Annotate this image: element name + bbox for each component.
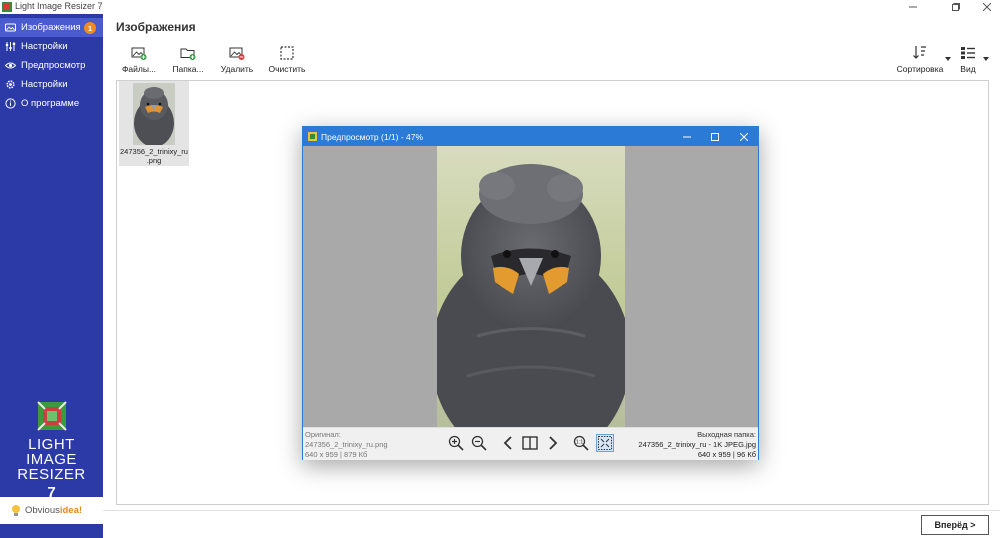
brand-name: Obvious	[25, 505, 60, 516]
brand-name-accent: idea!	[59, 505, 83, 516]
sidebar-item-label: Настройки	[21, 41, 68, 52]
view-dropdown-icon[interactable]	[983, 57, 989, 61]
zoom-in-icon	[448, 435, 464, 451]
zoom-out-icon	[471, 435, 487, 451]
preview-title: Предпросмотр (1/1) - 47%	[321, 131, 424, 142]
sidebar-item-label: Изображения	[21, 22, 81, 33]
original-info: Оригинал: 247356_2_trinixy_ru.png 640 x …	[305, 430, 388, 460]
sort-icon	[913, 46, 926, 59]
preview-close-button[interactable]	[730, 127, 758, 146]
zoom-in-button[interactable]	[447, 434, 465, 452]
svg-text:1:1: 1:1	[576, 440, 584, 446]
delete-button[interactable]: Удалить	[214, 45, 260, 75]
thumbnail-caption: 247356_2_trinixy_ru .png	[120, 147, 188, 165]
minimize-icon	[909, 6, 917, 8]
delete-label: Удалить	[220, 64, 254, 74]
eye-icon	[5, 60, 16, 71]
sort-dropdown-icon[interactable]	[945, 57, 951, 61]
product-logo: LIGHT IMAGE RESIZER 7	[0, 399, 103, 501]
fit-to-window-icon	[598, 436, 612, 450]
view-button[interactable]: Вид	[952, 45, 984, 75]
add-folder-label: Папка...	[172, 64, 204, 74]
image-thumbnail[interactable]: 247356_2_trinixy_ru .png	[119, 81, 189, 166]
preview-minimize-button[interactable]	[673, 127, 701, 146]
thumbnail-image	[133, 83, 175, 145]
logo-icon	[36, 401, 67, 431]
view-list-icon	[961, 47, 975, 59]
logo-line-3: RESIZER	[17, 466, 86, 483]
actual-size-button[interactable]: 1:1	[572, 434, 590, 452]
original-label: Оригинал:	[305, 430, 341, 439]
original-dimensions: 640 x 959 | 879 Кб	[305, 450, 368, 459]
gear-icon	[5, 79, 16, 90]
sort-button[interactable]: Сортировка	[896, 45, 944, 75]
add-files-label: Файлы...	[121, 64, 157, 74]
close-icon	[740, 132, 748, 141]
chevron-left-icon	[503, 436, 512, 450]
page-title: Изображения	[116, 20, 196, 34]
add-folder-button[interactable]: Папка...	[165, 45, 211, 75]
add-files-button[interactable]: Файлы...	[116, 45, 162, 75]
split-view-icon	[522, 436, 538, 450]
preview-maximize-button[interactable]	[701, 127, 729, 146]
clear-selection-icon	[280, 46, 294, 60]
title-bar: Light Image Resizer 7	[0, 0, 1000, 14]
preview-footer: Оригинал: 247356_2_trinixy_ru.png 640 x …	[303, 427, 758, 460]
window-title: Light Image Resizer 7	[15, 1, 103, 11]
minimize-button[interactable]	[900, 0, 926, 14]
preview-window-icon	[308, 132, 317, 141]
output-filename: 247356_2_trinixy_ru - 1K JPEG.jpg	[638, 440, 756, 449]
images-count-badge: 1	[84, 22, 96, 34]
chevron-right-icon	[549, 436, 558, 450]
sidebar-item-preferences[interactable]: Настройки	[0, 75, 103, 94]
brand-bar[interactable]: Obvious idea!	[0, 497, 103, 524]
preview-title-bar[interactable]: Предпросмотр (1/1) - 47%	[303, 127, 758, 146]
original-filename: 247356_2_trinixy_ru.png	[305, 440, 388, 449]
images-icon	[5, 22, 16, 33]
app-icon	[2, 2, 12, 12]
add-folder-icon	[180, 48, 196, 60]
output-label: Выходная папка:	[697, 430, 756, 439]
sidebar-item-preview[interactable]: Предпросмотр	[0, 56, 103, 75]
close-icon	[983, 3, 991, 11]
restore-button[interactable]	[943, 0, 969, 14]
logo-line-2: IMAGE	[26, 451, 77, 468]
preview-image	[437, 146, 625, 427]
sidebar-item-about[interactable]: О программе	[0, 94, 103, 113]
zoom-actual-size-icon: 1:1	[573, 435, 589, 451]
sidebar-item-images[interactable]: Изображения 1	[0, 18, 103, 37]
lightbulb-icon	[12, 504, 20, 516]
minimize-icon	[683, 136, 691, 137]
next-image-button[interactable]	[544, 434, 562, 452]
split-view-button[interactable]	[521, 434, 539, 452]
preview-viewport[interactable]	[303, 146, 758, 427]
next-button[interactable]: Вперёд >	[921, 515, 989, 535]
view-label: Вид	[960, 64, 976, 74]
remove-image-icon	[229, 47, 245, 60]
footer-divider	[103, 510, 1000, 511]
preview-dialog: Предпросмотр (1/1) - 47% Оригинал: 24735…	[302, 126, 759, 460]
maximize-icon	[711, 132, 719, 141]
previous-button[interactable]	[499, 434, 517, 452]
sliders-icon	[5, 41, 16, 52]
restore-icon	[952, 3, 960, 11]
sidebar-item-label: О программе	[21, 98, 80, 109]
sidebar-item-label: Настройки	[21, 79, 68, 90]
sidebar-item-settings[interactable]: Настройки	[0, 37, 103, 56]
sort-label: Сортировка	[896, 64, 944, 74]
clear-button[interactable]: Очистить	[264, 45, 310, 75]
logo-line-1: LIGHT	[28, 436, 75, 453]
zoom-out-button[interactable]	[470, 434, 488, 452]
output-dimensions: 640 x 959 | 96 Кб	[697, 450, 756, 459]
sidebar: Изображения 1 Настройки Предпросмотр Нас…	[0, 14, 103, 538]
fit-to-window-button[interactable]	[596, 434, 614, 452]
info-icon	[5, 98, 16, 109]
output-info: Выходная папка: 247356_2_trinixy_ru - 1K…	[638, 430, 756, 460]
add-image-icon	[131, 47, 147, 60]
sidebar-item-label: Предпросмотр	[21, 60, 86, 71]
close-button[interactable]	[974, 0, 1000, 14]
clear-label: Очистить	[268, 64, 306, 74]
